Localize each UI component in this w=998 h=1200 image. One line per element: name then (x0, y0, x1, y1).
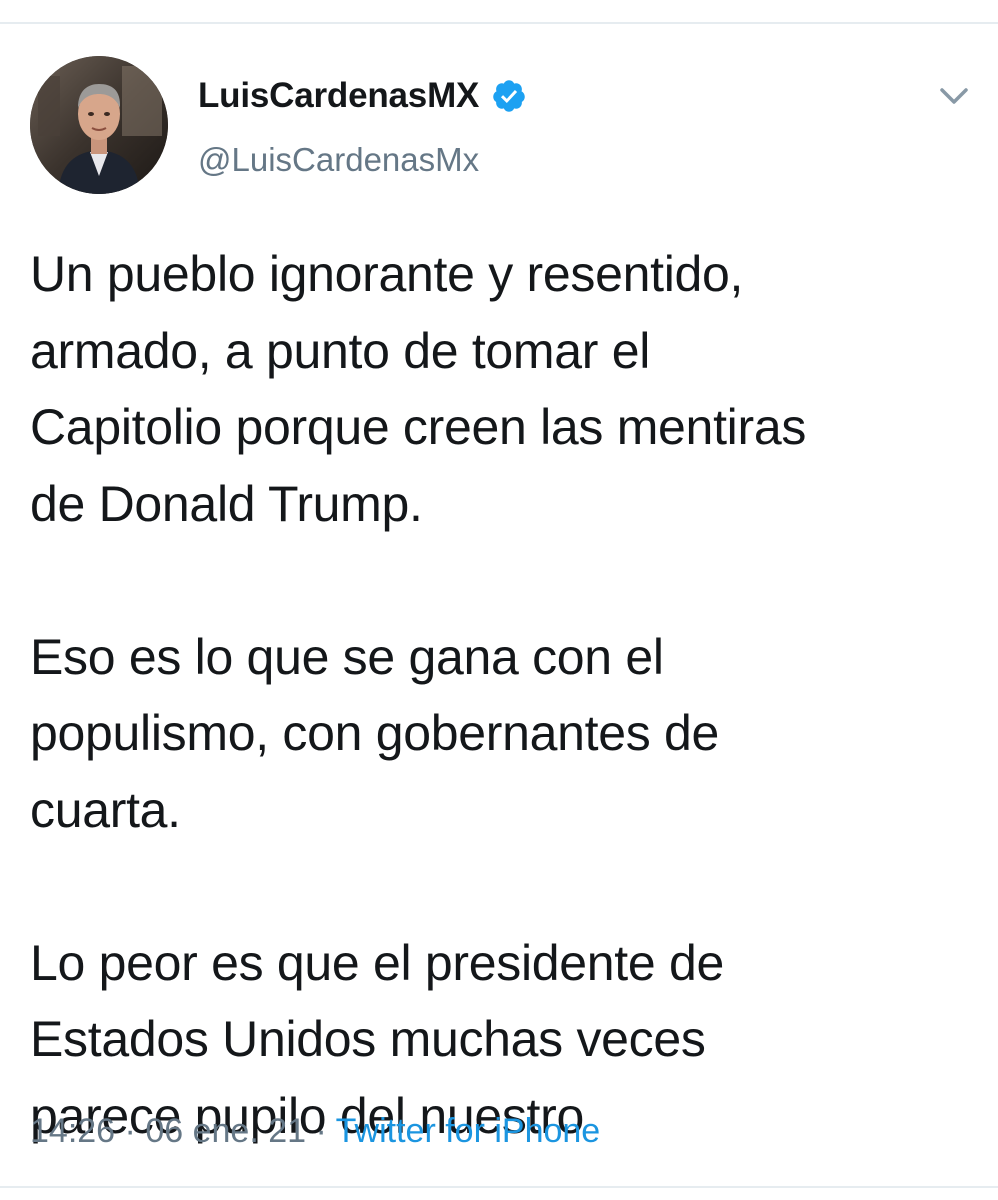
chevron-down-icon[interactable] (934, 82, 974, 110)
user-handle[interactable]: @LuisCardenasMx (198, 138, 479, 182)
tweet-metadata: 14:26 · 06 ene. 21 · Twitter for iPhone (30, 1108, 600, 1154)
tweet-date[interactable]: 06 ene. 21 (145, 1112, 306, 1150)
verified-badge-icon (491, 78, 527, 114)
tweet-paragraph-1: Un pueblo ignorante y resentido, armado,… (30, 246, 807, 532)
display-name[interactable]: LuisCardenasMX (198, 74, 479, 118)
meta-separator: · (124, 1112, 136, 1150)
tweet-text: Un pueblo ignorante y resentido, armado,… (30, 236, 970, 1154)
meta-separator: · (315, 1112, 327, 1150)
avatar[interactable] (30, 56, 168, 194)
tweet-time[interactable]: 14:26 (30, 1112, 115, 1150)
bottom-divider (0, 1186, 998, 1188)
tweet-paragraph-2: Eso es lo que se gana con el populismo, … (30, 628, 720, 838)
top-divider (0, 22, 998, 24)
avatar-photo-icon (30, 56, 168, 194)
tweet-source-link[interactable]: Twitter for iPhone (336, 1112, 601, 1150)
author-name-row[interactable]: LuisCardenasMX (198, 74, 527, 118)
